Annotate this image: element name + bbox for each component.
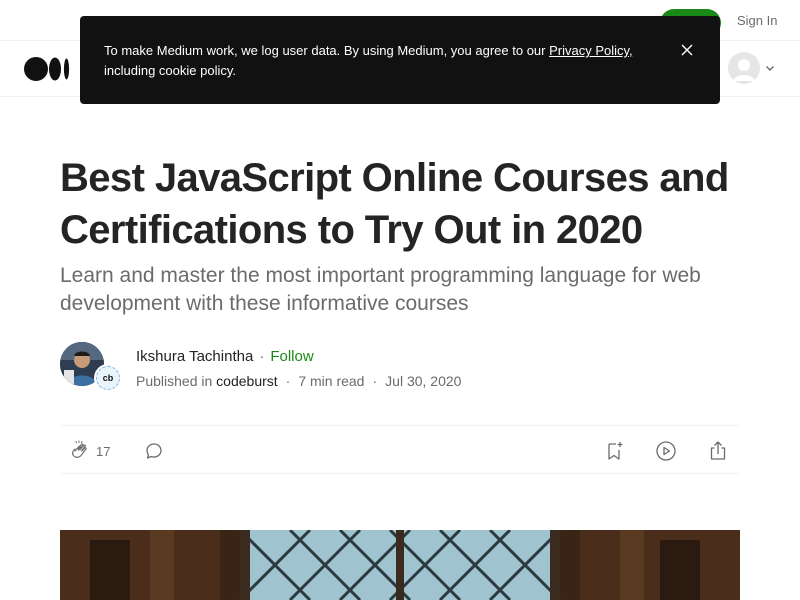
sign-in-link[interactable]: Sign In [737, 13, 777, 28]
article-action-bar: 17 [60, 425, 740, 474]
cookie-banner: To make Medium work, we log user data. B… [80, 16, 720, 104]
cookie-text-end: including cookie policy. [104, 63, 236, 78]
follow-button[interactable]: Follow [270, 348, 313, 365]
article-title: Best JavaScript Online Courses and Certi… [60, 156, 729, 252]
comment-icon[interactable] [142, 439, 166, 463]
cookie-banner-text: To make Medium work, we log user data. B… [104, 41, 644, 81]
article-subtitle: Learn and master the most important prog… [60, 264, 701, 315]
meta-separator: · [372, 373, 378, 389]
meta-separator: · [285, 373, 291, 389]
user-avatar-icon [728, 52, 760, 84]
bookmark-add-icon[interactable] [602, 439, 626, 463]
user-menu-button[interactable] [728, 52, 778, 86]
chevron-down-icon [766, 66, 774, 71]
share-icon[interactable] [706, 439, 730, 463]
author-separator: · [259, 348, 265, 365]
publication-link[interactable]: codeburst [216, 373, 277, 389]
read-time: 7 min read [298, 373, 365, 389]
hero-image [60, 530, 740, 600]
clap-count[interactable]: 17 [96, 444, 110, 459]
play-icon[interactable] [654, 439, 678, 463]
author-line: Ikshura Tachintha · Follow [136, 348, 314, 365]
privacy-policy-link[interactable]: Privacy Policy, [549, 43, 633, 58]
publish-date: Jul 30, 2020 [385, 373, 462, 389]
publication-badge-label: cb [96, 366, 120, 390]
author-name-link[interactable]: Ikshura Tachintha [136, 348, 253, 365]
cookie-text-start: To make Medium work, we log user data. B… [104, 43, 550, 58]
clap-icon[interactable] [68, 439, 92, 463]
close-icon[interactable] [679, 42, 695, 58]
medium-logo-icon[interactable] [24, 57, 70, 81]
meta-line: Published in codeburst · 7 min read · Jul 30… [136, 373, 461, 389]
published-in-label: Published in [136, 373, 213, 389]
publication-badge[interactable]: cb [94, 364, 122, 392]
